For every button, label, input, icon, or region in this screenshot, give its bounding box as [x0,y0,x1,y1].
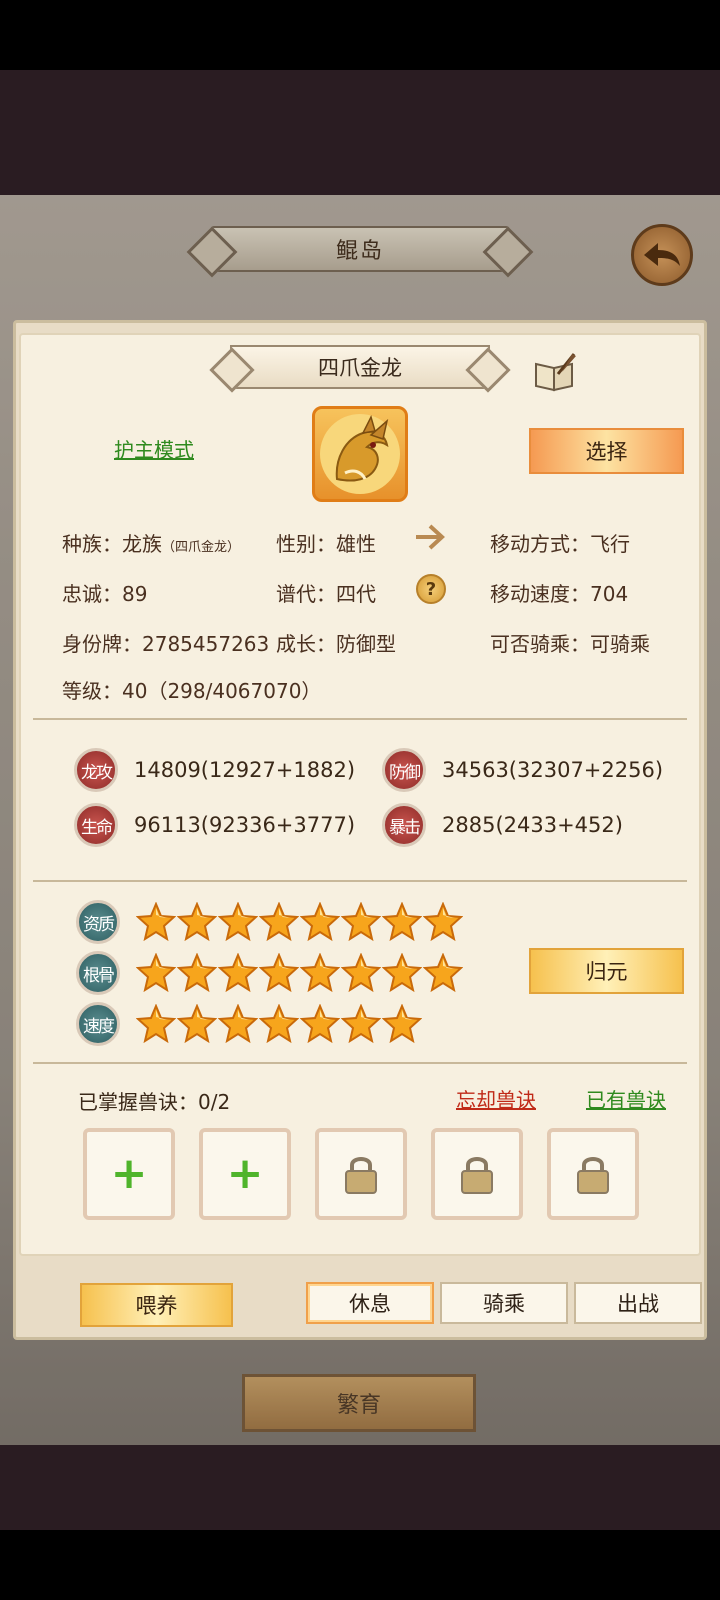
golden-dragon-icon [320,414,400,494]
pet-name-banner: 四爪金龙 [209,345,511,393]
feed-button[interactable]: 喂养 [80,1283,233,1327]
status-bar [0,0,720,70]
race-info: 种族：龙族（四爪金龙） [62,532,241,556]
star-icon [135,901,177,942]
stat-attack-value: 14809(12927+1882) [134,758,356,782]
star-icon [422,901,464,942]
star-icon [340,901,382,942]
move-speed-info: 移动速度：704 [490,582,629,606]
page-title: 鲲岛 [210,226,510,272]
pet-name: 四爪金龙 [318,356,402,380]
skill-slot-5[interactable] [547,1128,639,1220]
add-icon: + [110,1148,148,1199]
star-icon [340,1003,382,1044]
ride-button[interactable]: 骑乘 [440,1282,568,1324]
star-icon [381,952,423,993]
star-icon [217,901,259,942]
change-gender-icon[interactable] [412,522,448,552]
skills-mastered-count: 已掌握兽诀：0/2 [78,1090,231,1114]
pet-portrait[interactable] [312,406,408,502]
star-icon [176,1003,218,1044]
nav-bar [0,1530,720,1600]
lock-icon [461,1157,493,1194]
rest-button[interactable]: 休息 [306,1282,434,1324]
move-type-info: 移动方式：飞行 [490,532,630,556]
id-info: 身份牌：2785457263 [62,632,270,656]
level-info: 等级：40（298/4067070） [62,679,322,703]
star-icon [299,1003,341,1044]
star-icon [258,952,300,993]
stat-badge-hp: 生命 [74,803,118,847]
skill-slot-1[interactable]: + [83,1128,175,1220]
star-icon [135,1003,177,1044]
generation-info: 谱代：四代 [276,582,376,606]
stat-badge-crit: 暴击 [382,803,426,847]
skill-slot-3[interactable] [315,1128,407,1220]
lock-icon [345,1157,377,1194]
star-icon [422,952,464,993]
stat-hp-value: 96113(92336+3777) [134,813,356,837]
add-icon: + [226,1148,264,1199]
rating-badge-speed: 速度 [76,1002,120,1046]
star-icon [381,901,423,942]
stat-crit-value: 2885(2433+452) [442,813,623,837]
back-button[interactable] [631,224,693,286]
divider [33,1062,687,1064]
gender-info: 性别：雄性 [276,532,376,556]
lock-icon [577,1157,609,1194]
stat-defense-value: 34563(32307+2256) [442,758,664,782]
stat-badge-defense: 防御 [382,748,426,792]
divider [33,718,687,720]
growth-info: 成长：防御型 [276,632,396,656]
star-icon [299,952,341,993]
skill-slot-2[interactable]: + [199,1128,291,1220]
rating-stars [135,1003,423,1044]
divider [33,880,687,882]
rating-stars [135,901,464,942]
owned-skills-link[interactable]: 已有兽诀 [586,1084,666,1113]
guard-mode-link[interactable]: 护主模式 [114,434,194,463]
star-icon [217,1003,259,1044]
select-button[interactable]: 选择 [529,428,684,474]
star-icon [176,952,218,993]
rideable-info: 可否骑乘：可骑乘 [490,632,650,656]
star-icon [176,901,218,942]
back-arrow-icon [644,243,680,266]
forget-skill-link[interactable]: 忘却兽诀 [456,1084,536,1113]
skill-slot-4[interactable] [431,1128,523,1220]
star-icon [135,952,177,993]
rating-stars [135,952,464,993]
battle-button[interactable]: 出战 [574,1282,702,1324]
loyalty-info: 忠诚：89 [62,582,148,606]
rating-badge-aptitude: 资质 [76,900,120,944]
star-icon [340,952,382,993]
star-icon [258,1003,300,1044]
stat-badge-attack: 龙攻 [74,748,118,792]
rating-badge-bone: 根骨 [76,951,120,995]
reset-button[interactable]: 归元 [529,948,684,994]
star-icon [217,952,259,993]
star-icon [381,1003,423,1044]
star-icon [299,901,341,942]
book-quill-icon[interactable] [532,352,578,392]
help-question-icon[interactable]: ? [416,574,446,604]
star-icon [258,901,300,942]
breed-button[interactable]: 繁育 [242,1374,476,1432]
